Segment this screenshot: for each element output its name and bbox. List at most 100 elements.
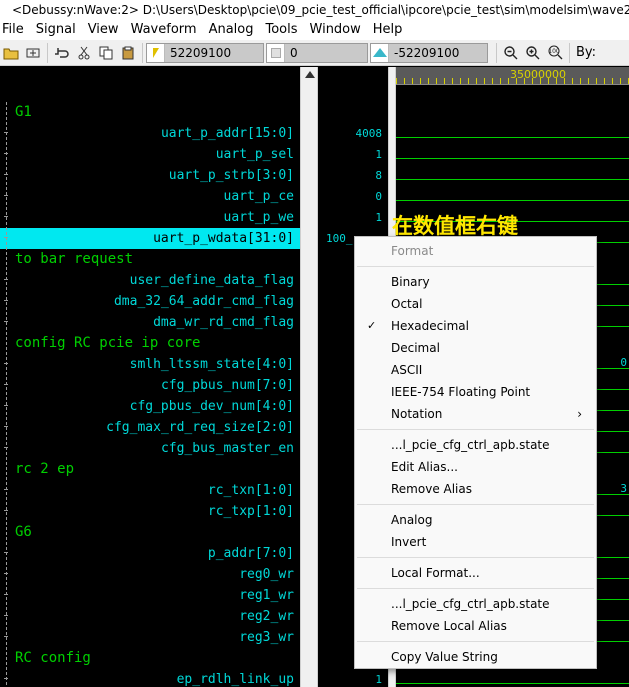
nwave-window: <Debussy:nWave:2> D:\Users\Desktop\pcie\… [0,0,629,687]
value-row[interactable]: 1 [318,207,388,228]
menu-item-notation[interactable]: Notation › [355,403,596,425]
group-name: rc 2 ep [15,461,75,477]
menu-item-analog[interactable]: Analog [355,509,596,531]
value-row[interactable]: 1 [318,144,388,165]
signal-row[interactable]: uart_p_addr[15:0] [0,123,300,144]
signal-group-row[interactable]: rc 2 ep [0,459,300,480]
menu-bar: File Signal View Waveform Analog Tools W… [0,20,629,40]
menu-window[interactable]: Window [304,20,367,40]
cursor-time-field[interactable]: 52209100 [146,42,264,63]
menu-item-label: Notation [391,407,443,421]
menu-item-ieee-754-floating-point[interactable]: IEEE-754 Floating Point [355,381,596,403]
menu-item-octal[interactable]: Octal [355,293,596,315]
signal-group-row[interactable]: to bar request [0,249,300,270]
signal-row[interactable]: reg1_wr [0,585,300,606]
menu-item-ascii[interactable]: ASCII [355,359,596,381]
signal-row[interactable]: rc_txp[1:0] [0,501,300,522]
signal-row[interactable]: smlh_ltssm_state[4:0] [0,354,300,375]
signal-value: 100_ [326,232,353,245]
menu-item-remove-local-alias[interactable]: Remove Local Alias [355,615,596,637]
signal-row[interactable]: cfg_bus_master_en [0,438,300,459]
signal-name: cfg_pbus_num[7:0] [160,378,294,393]
zoom-fit-icon[interactable]: 100 [544,42,566,64]
menu-analog[interactable]: Analog [203,20,260,40]
delta-icon [371,43,389,62]
menu-item-edit-alias[interactable]: Edit Alias... [355,456,596,478]
signal-row[interactable]: reg2_wr [0,606,300,627]
signal-name: uart_p_sel [215,147,294,162]
paste-icon[interactable] [117,42,139,64]
waveform-trace [396,158,629,159]
by-label: By: [576,45,597,60]
open-file-icon[interactable] [0,42,22,64]
signal-row[interactable]: reg0_wr [0,564,300,585]
signal-row[interactable]: uart_p_we [0,207,300,228]
signal-row[interactable]: rc_txn[1:0] [0,480,300,501]
signal-name: dma_32_64_addr_cmd_flag [113,294,294,309]
menu-item-label: Decimal [391,341,440,355]
menu-item-label: Local Format... [391,566,480,580]
menu-item-hexadecimal[interactable]: Hexadecimal ✓ [355,315,596,337]
menu-item-label: Analog [391,513,433,527]
waveform-value-label: 0 [620,356,627,369]
signal-group-row[interactable]: G6 [0,522,300,543]
cut-icon[interactable] [73,42,95,64]
signal-row[interactable]: cfg_pbus_dev_num[4:0] [0,396,300,417]
signal-row[interactable]: cfg_pbus_num[7:0] [0,375,300,396]
menu-help[interactable]: Help [367,20,409,40]
signal-name: uart_p_we [223,210,294,225]
menu-item-binary[interactable]: Binary [355,271,596,293]
signal-row[interactable]: dma_32_64_addr_cmd_flag [0,291,300,312]
menu-signal[interactable]: Signal [30,20,82,40]
signal-row[interactable]: user_define_data_flag [0,270,300,291]
value-row[interactable] [318,102,388,123]
value-row[interactable]: 8 [318,165,388,186]
signal-row[interactable]: p_addr[7:0] [0,543,300,564]
menu-item-remove-alias[interactable]: Remove Alias [355,478,596,500]
signal-name-pane[interactable]: G1 uart_p_addr[15:0] uart_p_sel uart_p_strb… [0,67,300,687]
signal-group-row[interactable]: G1 [0,102,300,123]
zoom-out-icon[interactable] [500,42,522,64]
menu-item-l-pcie-cfg-ctrl-apb-state[interactable]: ...l_pcie_cfg_ctrl_apb.state [355,593,596,615]
time-ruler[interactable]: 35000000 [396,67,629,85]
undo-icon[interactable] [51,42,73,64]
signal-row[interactable]: uart_p_strb[3:0] [0,165,300,186]
pane-splitter-left[interactable] [300,67,318,687]
zoom-in-icon[interactable] [522,42,544,64]
signal-row-selected[interactable]: uart_p_wdata[31:0] [0,228,300,249]
scroll-up-arrow-icon[interactable] [305,71,315,78]
reload-icon[interactable] [22,42,44,64]
menu-file[interactable]: File [0,20,30,40]
signal-name: reg2_wr [239,609,294,624]
menu-waveform[interactable]: Waveform [125,20,203,40]
toolbar-separator [569,42,570,63]
value-row[interactable]: 0 [318,186,388,207]
signal-row[interactable]: dma_wr_rd_cmd_flag [0,312,300,333]
signal-group-row[interactable]: RC config [0,648,300,669]
title-bar: <Debussy:nWave:2> D:\Users\Desktop\pcie\… [0,0,629,20]
menu-item-local-format[interactable]: Local Format... [355,562,596,584]
menu-item-copy-value-string[interactable]: Copy Value String [355,646,596,668]
menu-view[interactable]: View [82,20,125,40]
value-row[interactable]: 4008 [318,123,388,144]
waveform-trace [396,116,629,117]
signal-row[interactable]: uart_p_sel [0,144,300,165]
signal-row[interactable]: reg3_wr [0,627,300,648]
marker-time-field[interactable]: 0 [266,42,368,63]
signal-row[interactable]: uart_p_ce [0,186,300,207]
signal-name: rc_txn[1:0] [207,483,294,498]
value-row[interactable]: 1 [318,669,388,687]
signal-group-row[interactable]: config RC pcie ip core [0,333,300,354]
group-name: G6 [15,524,32,540]
signal-row[interactable]: ep_rdlh_link_up [0,669,300,687]
menu-tools[interactable]: Tools [259,20,303,40]
signal-row[interactable]: cfg_max_rd_req_size[2:0] [0,417,300,438]
menu-item-invert[interactable]: Invert [355,531,596,553]
delta-time-field[interactable]: -52209100 [370,42,488,63]
menu-item-l-pcie-cfg-ctrl-apb-state[interactable]: ...l_pcie_cfg_ctrl_apb.state [355,434,596,456]
signal-value: 1 [375,148,382,161]
ruler-label: 35000000 [510,68,566,81]
copy-icon[interactable] [95,42,117,64]
signal-value: 4008 [355,127,383,140]
menu-item-decimal[interactable]: Decimal [355,337,596,359]
